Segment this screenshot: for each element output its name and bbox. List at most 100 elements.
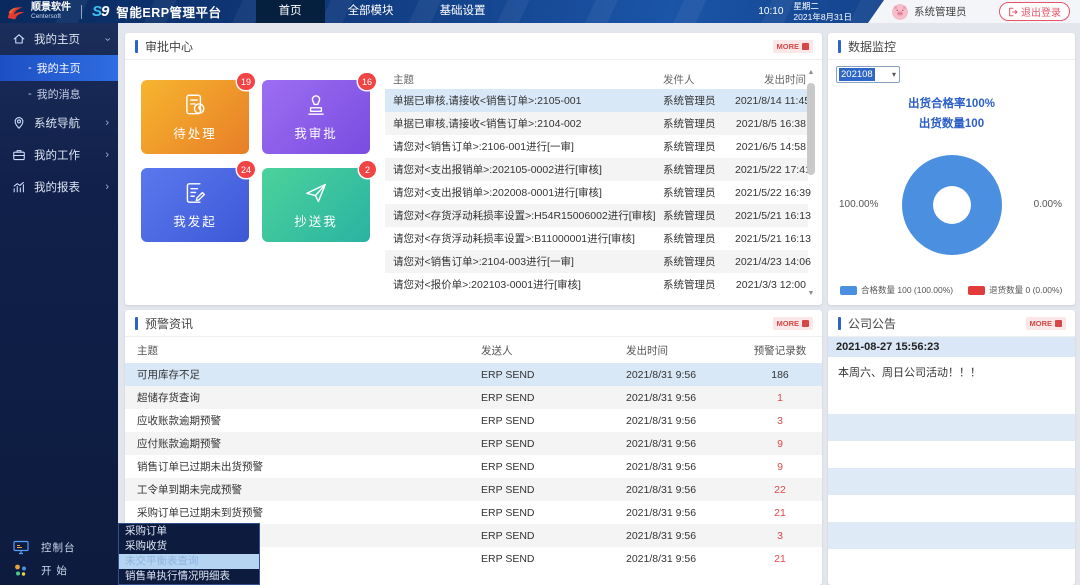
approval-sender: 系统管理员 <box>663 254 735 269</box>
menu-item-purchase-receipt[interactable]: 采购收货 <box>119 539 259 554</box>
menu-item-purchase-order[interactable]: 采购订单 <box>119 524 259 539</box>
approval-subject: 请您对<存货浮动耗损率设置>:B11000001进行[审核] <box>385 231 663 246</box>
approval-table: 主题发件人发出时间单据已审核,请接收<销售订单>:2105-001系统管理员20… <box>385 69 808 296</box>
username: 系统管理员 <box>914 4 967 19</box>
alert-row[interactable]: 采购订单已过期未到货预警ERP SEND2021/8/31 9:5621 <box>125 501 822 524</box>
nav-item-home[interactable]: 首页 <box>256 0 325 23</box>
period-select[interactable]: 202108 ▾ <box>836 66 900 83</box>
approval-sender: 系统管理员 <box>663 185 735 200</box>
sidebar-footer: 控制台开 始 <box>0 536 118 582</box>
approval-subject: 单据已审核,请接收<销售订单>:2104-002 <box>385 116 663 131</box>
product-name: 智能ERP管理平台 <box>116 2 221 21</box>
approval-tiles: 待处理19我审批16我发起24抄送我2 <box>141 80 370 242</box>
approval-time: 2021/6/5 14:58 <box>735 141 808 153</box>
logout-button[interactable]: 退出登录 <box>999 2 1070 21</box>
footer-item-console[interactable]: 控制台 <box>0 536 118 559</box>
approval-subject: 请您对<销售订单>:2104-003进行[一审] <box>385 254 663 269</box>
alert-record-count: 22 <box>750 484 810 496</box>
column-header: 发出时间 <box>735 72 808 87</box>
approval-time: 2021/8/5 16:38 <box>735 118 808 130</box>
approval-more-button[interactable]: MORE <box>773 40 814 53</box>
alert-sender: ERP SEND <box>481 369 626 381</box>
alert-subject: 工令单到期未完成预警 <box>137 482 481 497</box>
approval-table-header: 主题发件人发出时间 <box>385 69 808 89</box>
donut-left-label: 100.00% <box>839 199 878 210</box>
footer-item-label: 开 始 <box>41 563 68 578</box>
clock: 10:10 <box>758 6 783 17</box>
approval-row[interactable]: 请您对<支出报销单>:202008-0001进行[审核]系统管理员2021/5/… <box>385 181 808 204</box>
sidebar-item-my-home[interactable]: 我的主页› <box>0 23 118 55</box>
donut-ring <box>902 155 1002 255</box>
scroll-down-icon[interactable]: ▼ <box>806 290 816 297</box>
sidebar-item-my-work[interactable]: 我的工作› <box>0 139 118 171</box>
menu-item-sales-order-execution-report[interactable]: 销售单执行情况明细表 <box>119 569 259 584</box>
approval-row[interactable]: 请您对<销售订单>:2104-003进行[一审]系统管理员2021/4/23 1… <box>385 250 808 273</box>
data-monitor-panel: 数据监控 202108 ▾ 出货合格率100% 出货数量100 100.00% … <box>828 33 1075 305</box>
empty-row <box>828 441 1075 468</box>
notice-empty-rows <box>828 414 1075 549</box>
tile-label: 我审批 <box>294 123 338 142</box>
title-accent-bar <box>838 40 841 53</box>
alert-row[interactable]: 可用库存不足ERP SEND2021/8/31 9:56186 <box>125 363 822 386</box>
logout-icon <box>1008 7 1018 17</box>
menu-item-outstanding-balance-query[interactable]: 未交平衡表查询 <box>119 554 259 569</box>
sidebar-item-my-reports[interactable]: 我的报表› <box>0 171 118 203</box>
alert-record-count: 9 <box>750 438 810 450</box>
avatar[interactable] <box>892 4 908 20</box>
tile-cc-me[interactable]: 抄送我2 <box>262 168 370 242</box>
alert-row[interactable]: 超储存货查询ERP SEND2021/8/31 9:561 <box>125 386 822 409</box>
user-area: 系统管理员 退出登录 <box>868 0 1080 23</box>
approval-row[interactable]: 请您对<支出报销单>:202105-0002进行[审核]系统管理员2021/5/… <box>385 158 808 181</box>
alerts-panel-title: 预警资讯 <box>145 315 193 332</box>
approval-row[interactable]: 请您对<存货浮动耗损率设置>:B11000001进行[审核]系统管理员2021/… <box>385 227 808 250</box>
doc-clock-icon <box>182 92 208 118</box>
alerts-more-button[interactable]: MORE <box>773 317 814 330</box>
subitem-dash: - <box>28 62 32 74</box>
tile-my-approvals[interactable]: 我审批16 <box>262 80 370 154</box>
alert-record-count: 21 <box>750 507 810 519</box>
approval-row[interactable]: 单据已审核,请接收<销售订单>:2104-002系统管理员2021/8/5 16… <box>385 112 808 135</box>
approval-subject: 请您对<报价单>:202103-0001进行[审核] <box>385 277 663 292</box>
notice-panel-title: 公司公告 <box>848 315 896 332</box>
sidebar-subitem-my-messages[interactable]: -我的消息 <box>0 81 118 107</box>
tile-pending[interactable]: 待处理19 <box>141 80 249 154</box>
tile-my-initiated[interactable]: 我发起24 <box>141 168 249 242</box>
tile-label: 抄送我 <box>294 211 338 230</box>
legend-label: 合格数量 100 (100.00%) <box>861 284 953 296</box>
alert-row[interactable]: 应付账款逾期预警ERP SEND2021/8/31 9:569 <box>125 432 822 455</box>
alert-row[interactable]: 销售订单已过期未出货预警ERP SEND2021/8/31 9:569 <box>125 455 822 478</box>
legend-label: 退货数量 0 (0.00%) <box>989 284 1062 296</box>
alert-sender: ERP SEND <box>481 553 626 565</box>
alert-row[interactable]: 工令单到期未完成预警ERP SEND2021/8/31 9:5622 <box>125 478 822 501</box>
sidebar: 我的主页›-我的主页-我的消息系统导航›我的工作›我的报表› 控制台开 始 <box>0 23 118 585</box>
column-header: 主题 <box>385 72 663 87</box>
approval-row[interactable]: 请您对<销售订单>:2106-001进行[一审]系统管理员2021/6/5 14… <box>385 135 808 158</box>
notice-panel: 公司公告 MORE 2021-08-27 15:56:23 本周六、周日公司活动… <box>828 310 1075 585</box>
legend-item: 合格数量 100 (100.00%) <box>840 284 953 296</box>
approval-row[interactable]: 单据已审核,请接收<销售订单>:2105-001系统管理员2021/8/14 1… <box>385 89 808 112</box>
scrollbar-thumb[interactable] <box>807 83 815 175</box>
alert-record-count: 1 <box>750 392 810 404</box>
nav-item-all-modules[interactable]: 全部模块 <box>325 0 417 23</box>
empty-row <box>828 495 1075 522</box>
nav-item-base-settings[interactable]: 基础设置 <box>417 0 509 23</box>
approval-row[interactable]: 请您对<存货浮动耗损率设置>:H54R15006002进行[审核]系统管理员20… <box>385 204 808 227</box>
brand-name-cn: 顺景软件 <box>31 2 71 13</box>
alert-row[interactable]: 应收账款逾期预警ERP SEND2021/8/31 9:563 <box>125 409 822 432</box>
alert-sender: ERP SEND <box>481 530 626 542</box>
tile-label: 待处理 <box>173 123 217 142</box>
chevron-right-icon: › <box>105 150 109 161</box>
sidebar-item-label: 我的报表 <box>34 179 80 195</box>
notice-more-button[interactable]: MORE <box>1026 317 1067 330</box>
approval-table-scrollbar[interactable]: ▲ ▼ <box>806 69 816 297</box>
notice-content[interactable]: 本周六、周日公司活动！！！ <box>828 357 1075 414</box>
alert-time: 2021/8/31 9:56 <box>626 461 750 473</box>
scroll-up-icon[interactable]: ▲ <box>806 69 816 76</box>
footer-item-start[interactable]: 开 始 <box>0 559 118 582</box>
home-icon <box>12 32 26 46</box>
sidebar-item-system-nav[interactable]: 系统导航› <box>0 107 118 139</box>
sidebar-subitem-my-home-page[interactable]: -我的主页 <box>0 55 118 81</box>
approval-row[interactable]: 请您对<报价单>:202103-0001进行[审核]系统管理员2021/3/3 … <box>385 273 808 296</box>
empty-row <box>828 414 1075 441</box>
alert-sender: ERP SEND <box>481 461 626 473</box>
